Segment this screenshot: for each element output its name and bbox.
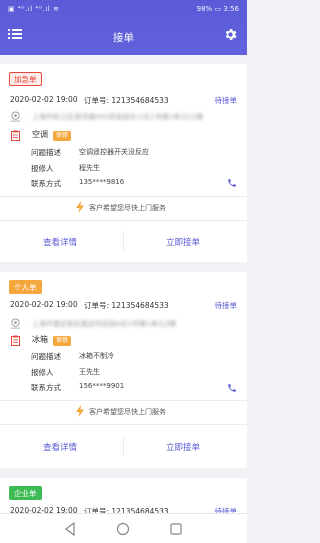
field-label: 联系方式 [31,179,61,188]
phone-icon[interactable] [227,178,237,188]
back-icon[interactable] [64,522,76,536]
accept-order-button[interactable]: 立即接单 [166,236,200,248]
lightning-icon [76,201,84,213]
order-status: 待接单 [214,301,238,310]
divider [123,436,124,456]
phone-icon[interactable] [227,383,237,393]
order-number: 订单号: 121354684533 [84,96,169,105]
signal-indicators: ▣ ⁴ᴳ.ıl ⁴ᴳ.ıl ≋ [8,5,60,13]
urgent-notice: 客户希望您尽快上门服务 [0,401,247,423]
battery-time: 98% ▭ 3:56 [197,5,239,13]
notice-text: 客户希望您尽快上门服务 [89,204,166,212]
system-nav-bar [0,513,247,543]
field-label: 报修人 [31,164,54,173]
field-label: 报修人 [31,368,54,377]
field-value: 王先生 [79,368,100,376]
urgent-notice: 客户希望您尽快上门服务 [0,197,247,219]
field-value: 156****9901 [79,382,125,390]
field-label: 问题描述 [31,148,61,157]
field-value: 空调遥控器开关没反应 [79,148,149,156]
order-card: 企业单 2020-02-02 19:00 订单号: 121354684533 待… [0,478,247,516]
address: 上海市嘉定新区嘉定科技园A区2号楼1单元3楼 [32,320,177,328]
location-icon [10,318,21,329]
device-name: 空调 [32,130,48,139]
location-icon [10,111,21,122]
order-time: 2020-02-02 19:00 [10,300,78,309]
divider [0,424,247,425]
field-value: 程先生 [79,164,100,172]
battery-level: 98% [196,5,213,13]
home-icon[interactable] [116,522,130,536]
title-bar: 接单 [0,20,247,54]
gear-icon[interactable] [223,27,238,42]
field-label: 联系方式 [31,383,61,392]
order-type-badge: 企业单 [9,486,42,500]
order-time: 2020-02-02 19:00 [10,95,78,104]
order-card: 加急单 2020-02-02 19:00 订单号: 121354684533 待… [0,64,247,262]
device-name: 冰箱 [32,335,48,344]
view-details-button[interactable]: 查看详情 [43,236,77,248]
order-type-badge: 加急单 [9,72,42,86]
warranty-tag: 保修 [53,131,72,141]
accept-order-button[interactable]: 立即接单 [166,441,200,453]
status-bar: ▣ ⁴ᴳ.ıl ⁴ᴳ.ıl ≋ 98% ▭ 3:56 [0,0,247,20]
order-number: 订单号: 121354684533 [84,301,169,310]
page-title: 接单 [113,32,134,44]
clock: 3:56 [223,5,239,13]
divider [123,231,124,251]
clipboard-icon [11,335,20,346]
field-value: 冰箱不制冷 [79,352,114,360]
divider [0,220,247,221]
field-value: 135****9816 [79,178,125,186]
order-type-badge: 个人单 [9,280,42,294]
view-details-button[interactable]: 查看详情 [43,441,77,453]
warranty-tag: 保修 [53,336,72,346]
address: 上海市松江区泗泾镇450弄金园东小区1号楼1单元11楼 [32,113,204,121]
app-header: ▣ ⁴ᴳ.ıl ⁴ᴳ.ıl ≋ 98% ▭ 3:56 接单 [0,0,247,55]
order-card: 个人单 2020-02-02 19:00 订单号: 121354684533 待… [0,272,247,468]
lightning-icon [76,405,84,417]
recent-apps-icon[interactable] [170,523,182,535]
order-status: 待接单 [214,96,238,105]
field-label: 问题描述 [31,352,61,361]
clipboard-icon [11,130,20,141]
battery-icon: ▭ [214,5,222,13]
notice-text: 客户希望您尽快上门服务 [89,408,166,416]
